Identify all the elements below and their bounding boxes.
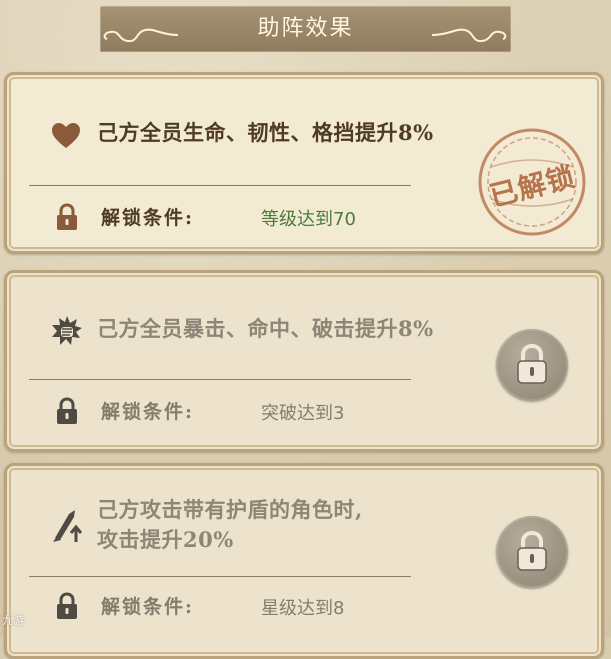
effect-text-line-1: 己方全员暴击、命中、破击提升8% bbox=[97, 316, 434, 341]
lock-icon bbox=[57, 203, 77, 230]
locked-badge-button[interactable] bbox=[496, 516, 568, 588]
condition-value: 星级达到8 bbox=[261, 598, 345, 619]
condition-value: 等级达到70 bbox=[261, 209, 356, 230]
condition-value: 突破达到3 bbox=[261, 403, 345, 424]
divider bbox=[29, 185, 411, 186]
padlock-icon bbox=[517, 530, 547, 571]
effect-text-line-1: 己方全员生命、韧性、格挡提升8% bbox=[97, 120, 434, 145]
lock-icon bbox=[57, 397, 77, 424]
fist-burst-icon bbox=[52, 316, 82, 345]
support-effect-card-3[interactable]: 己方攻击带有护盾的角色时, 攻击提升20% 解锁条件: 星级达到8 bbox=[4, 463, 604, 659]
unlocked-stamp: 已解锁 bbox=[473, 123, 591, 241]
support-effect-card-1[interactable]: 己方全员生命、韧性、格挡提升8% 解锁条件: 等级达到70 已解锁 bbox=[4, 72, 604, 254]
divider bbox=[29, 576, 411, 577]
sword-up-icon bbox=[53, 510, 83, 542]
header: 助阵效果 bbox=[0, 0, 611, 62]
lock-icon bbox=[57, 592, 77, 619]
header-title: 助阵效果 bbox=[257, 16, 354, 41]
support-effect-card-2[interactable]: 己方全员暴击、命中、破击提升8% 解锁条件: 突破达到3 bbox=[4, 270, 604, 452]
heart-icon bbox=[52, 123, 80, 148]
padlock-icon bbox=[517, 343, 547, 384]
condition-label: 解锁条件: bbox=[101, 596, 195, 618]
condition-label: 解锁条件: bbox=[101, 207, 195, 229]
divider bbox=[29, 379, 411, 380]
effect-text-line-2: 攻击提升20% bbox=[97, 527, 234, 552]
effect-text-line-1: 己方攻击带有护盾的角色时, bbox=[97, 497, 363, 522]
locked-badge-button[interactable] bbox=[496, 329, 568, 401]
condition-label: 解锁条件: bbox=[101, 401, 195, 423]
watermark: 九游 bbox=[2, 614, 24, 627]
